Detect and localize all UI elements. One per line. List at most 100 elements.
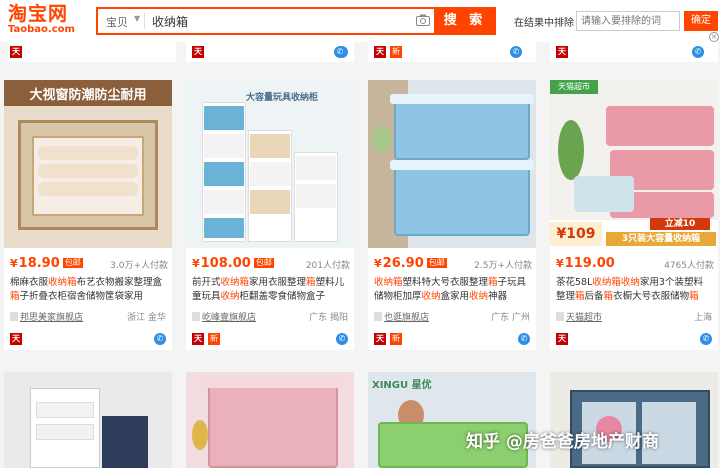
product-card[interactable]: XINGU 星优 (368, 372, 536, 468)
badges: 天 新 ✆ (374, 333, 530, 347)
keyword-highlight: 收纳箱收纳 (592, 277, 640, 288)
product-image[interactable] (208, 382, 338, 468)
tmall-badge: 天 (10, 46, 22, 58)
product-title[interactable]: 茶花58L收纳箱收纳家用3个装塑料整理箱后备箱衣橱大号衣服储物箱 (556, 276, 712, 304)
product-price: ¥119.00 (556, 256, 615, 271)
title-text: 子折叠衣柜宿舍储物筐袋家用 (19, 291, 144, 302)
sales-count: 2.5万+人付款 (474, 261, 532, 271)
keyword-highlight: 收纳 (469, 291, 489, 302)
image-caption: 大容量玩具收纳柜 (246, 93, 319, 103)
chat-icon[interactable]: ✆ (334, 46, 346, 58)
title-text: 神器 (488, 291, 508, 302)
chevron-down-icon: ▼ (134, 14, 141, 23)
free-shipping-tag: 包邮 (62, 258, 83, 268)
title-text: 后备 (584, 291, 604, 302)
new-badge: 新 (390, 46, 402, 58)
shop-icon (192, 312, 200, 321)
free-shipping-tag: 包邮 (253, 258, 274, 268)
new-badge: 新 (208, 333, 220, 345)
product-title[interactable]: 前开式收纳箱家用衣服整理箱塑料儿童玩具收纳柜翻盖零食储物盒子 (192, 276, 348, 304)
price-line: ¥26.90 包邮 2.5万+人付款 (374, 256, 534, 272)
keyword-highlight: 收纳 (220, 291, 240, 302)
keyword-highlight: 收纳箱 (48, 277, 77, 288)
chat-icon[interactable]: ✆ (336, 333, 348, 345)
shop-link[interactable]: 邦思美家旗舰店 (20, 310, 83, 323)
brand-logo: XINGU 星优 (372, 380, 432, 391)
title-text: 家用衣服整理 (249, 277, 307, 288)
product-image[interactable] (368, 80, 536, 248)
chat-icon[interactable]: ✆ (692, 46, 704, 58)
product-price: ¥26.90 包邮 (374, 256, 447, 271)
shop-line: 天猫超市 上海 (556, 310, 712, 324)
new-badge: 新 (390, 333, 402, 345)
product-card[interactable] (4, 372, 172, 468)
search-input[interactable] (152, 11, 402, 31)
watermark: 知乎 @房爸爸房地产财商 (466, 432, 659, 452)
product-card[interactable] (186, 372, 354, 468)
tmall-badge: 天 (192, 46, 204, 58)
product-price: ¥18.90 包邮 (10, 256, 83, 271)
chat-icon[interactable]: ✆ (700, 333, 712, 345)
camera-icon[interactable] (416, 14, 430, 26)
search-type-select[interactable]: 宝贝 (106, 14, 128, 30)
sales-count: 3.0万+人付款 (110, 261, 168, 271)
shop-line: 邦思美家旗舰店 浙江 金华 (10, 310, 166, 324)
taobao-logo[interactable]: 淘宝网 Taobao.com (8, 4, 88, 38)
product-title[interactable]: 收纳箱塑料特大号衣服整理箱子玩具储物柜加厚收纳盒家用收纳神器 (374, 276, 530, 304)
keyword-highlight: 箱 (603, 291, 614, 302)
keyword-highlight: 箱 (575, 291, 585, 302)
image-caption: 3只装大容量收纳箱 (606, 232, 716, 246)
sales-count: 4765人付款 (664, 261, 714, 271)
image-caption: 大视窗防潮防尘耐用 (29, 88, 147, 103)
location: 上海 (693, 313, 712, 323)
product-title[interactable]: 棉麻衣服收纳箱布艺衣物搬家整理盒箱子折叠衣柜宿舍储物筐袋家用 (10, 276, 166, 304)
title-text: 衣橱大号衣服储物 (613, 291, 690, 302)
exclude-confirm-button[interactable]: 确定 (684, 11, 718, 31)
keyword-highlight: 箱 (306, 277, 316, 288)
image-price: ¥109 (550, 222, 602, 246)
sales-count: 201人付款 (305, 261, 350, 271)
tmall-badge: 天 (556, 333, 568, 345)
search-box: 宝贝 ▼ 搜 索 (96, 7, 496, 35)
shop-icon (10, 312, 18, 321)
location: 浙江 金华 (127, 313, 166, 323)
keyword-highlight: 箱 (488, 277, 498, 288)
price-line: ¥119.00 4765人付款 (556, 256, 716, 272)
chat-icon[interactable]: ✆ (154, 333, 166, 345)
badges: 天 ✆ (556, 333, 712, 347)
title-text: 茶花58L (556, 277, 593, 288)
keyword-highlight: 收纳箱 (374, 277, 403, 288)
keyword-highlight: 收纳箱 (220, 277, 250, 288)
product-card[interactable]: 大容量玩具收纳柜 ¥108.00 包邮 201人付款 前开式收纳箱家用衣服整理箱塑… (186, 80, 354, 350)
price-line: ¥108.00 包邮 201人付款 (192, 256, 352, 272)
exclude-input[interactable] (576, 11, 680, 31)
previous-row-badges: 天 天 ✆ 天 新 ✆ 天 ✆ ✆ (0, 42, 720, 62)
shop-link[interactable]: 屹峰壹旗舰店 (202, 310, 256, 323)
title-text: 棉麻衣服 (10, 277, 49, 288)
shop-link[interactable]: 天猫超市 (566, 310, 602, 323)
chat-icon[interactable]: ✆ (510, 46, 522, 58)
divider (144, 13, 145, 29)
product-card[interactable]: ¥26.90 包邮 2.5万+人付款 收纳箱塑料特大号衣服整理箱子玩具储物柜加厚收… (368, 80, 536, 350)
product-card[interactable]: 大视窗防潮防尘耐用 ¥18.90 包邮 3.0万+人付款 棉麻衣服收纳箱布艺衣物搬… (4, 80, 172, 350)
shop-icon (556, 312, 564, 321)
product-image[interactable]: 天猫超市 ¥109 立减10 3只装大容量收纳箱 (550, 80, 718, 248)
badges: 天 新 ✆ (192, 333, 348, 347)
product-image[interactable]: 大容量玩具收纳柜 (186, 80, 354, 248)
keyword-highlight: 收纳 (421, 291, 441, 302)
badges: 天 ✆ (10, 333, 166, 347)
close-icon[interactable]: × (709, 32, 719, 42)
image-promo: 立减10 (650, 218, 710, 230)
location: 广东 揭阳 (309, 313, 348, 323)
product-card[interactable]: 天猫超市 ¥109 立减10 3只装大容量收纳箱 ¥119.00 4765人付款… (550, 80, 718, 350)
exclude-label: 在结果中排除 (514, 18, 574, 29)
search-button[interactable]: 搜 索 (434, 7, 496, 35)
chat-icon[interactable]: ✆ (518, 333, 530, 345)
shop-link[interactable]: 也逛旗舰店 (384, 310, 429, 323)
keyword-highlight: 箱 (10, 291, 20, 302)
product-image[interactable]: 大视窗防潮防尘耐用 (4, 80, 172, 248)
shop-icon (374, 312, 382, 321)
product-card[interactable] (550, 372, 718, 468)
tmall-badge: 天 (10, 333, 22, 345)
title-text: 前开式 (192, 277, 221, 288)
